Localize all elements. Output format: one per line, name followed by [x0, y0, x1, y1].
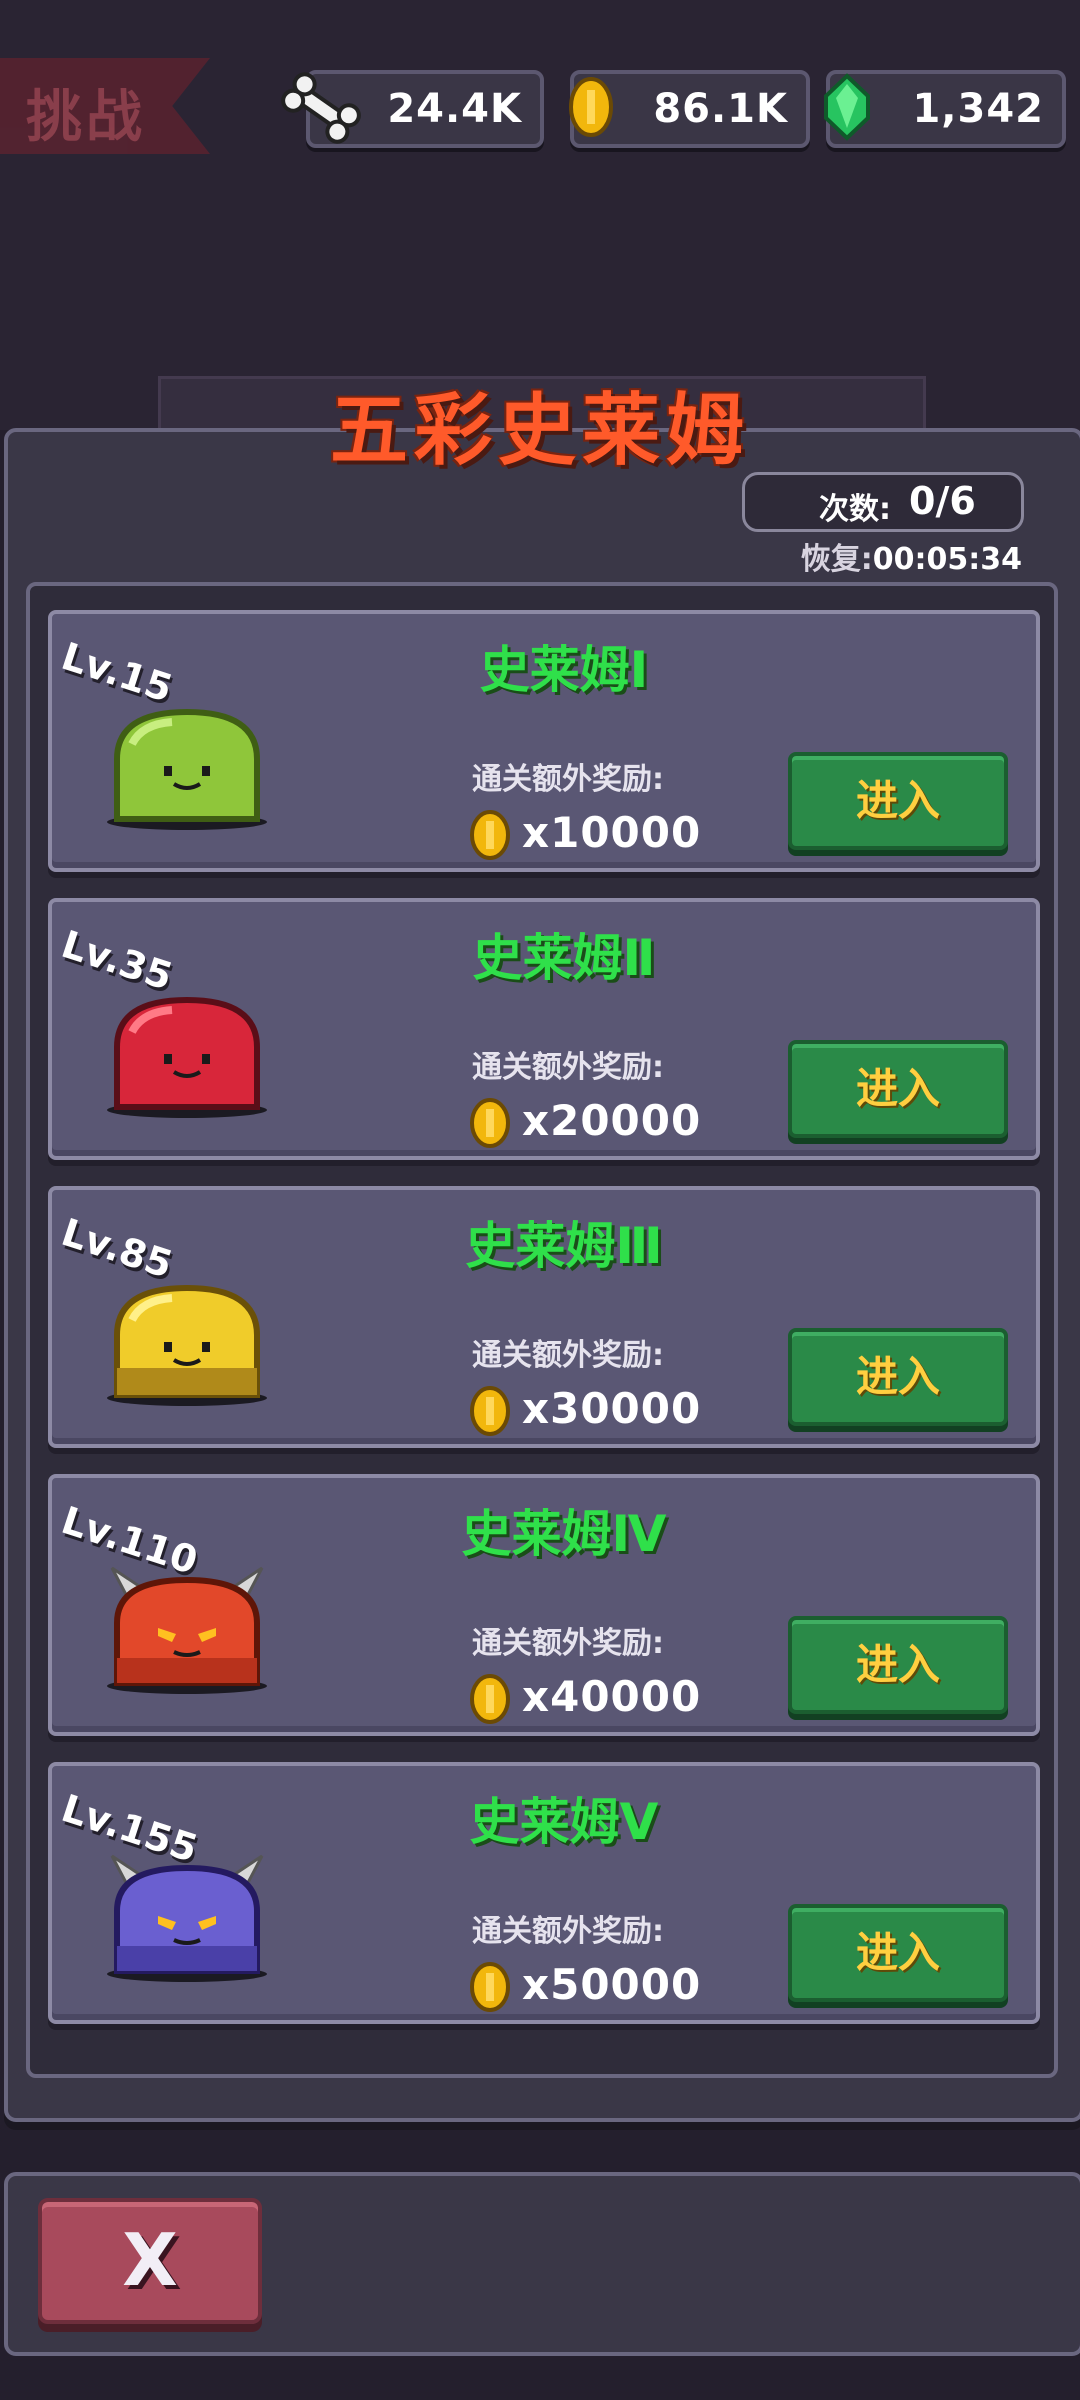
bonus-label: 通关额外奖励:	[472, 1338, 664, 1373]
yellow-slime-icon	[107, 1284, 267, 1406]
coin-icon	[470, 1962, 510, 2012]
recover-timer: 恢复:00:05:34	[801, 534, 1022, 578]
enter-button[interactable]: 进入	[788, 1040, 1008, 1138]
bonus-label: 通关额外奖励:	[472, 1050, 664, 1085]
coin-icon	[470, 810, 510, 860]
page-title: 五彩史莱姆	[329, 386, 750, 476]
stage-card-4: Lv.110 史莱姆Ⅳ 通关额外奖励: x40000 进入	[48, 1474, 1040, 1736]
horned-orange-slime-icon	[107, 1566, 267, 1694]
enter-button[interactable]: 进入	[788, 1616, 1008, 1714]
stage-card-2: Lv.35 史莱姆Ⅱ 通关额外奖励: x20000 进入	[48, 898, 1040, 1160]
coin-counter: 86.1K	[569, 70, 810, 148]
coin-value: 86.1K	[653, 86, 788, 132]
stage-name: 史莱姆Ⅴ	[469, 1793, 659, 1851]
attempts-value: 0/6	[909, 479, 976, 523]
enter-button[interactable]: 进入	[788, 1904, 1008, 2002]
attempts-label: 次数:	[819, 492, 891, 527]
gem-counter: 1,342	[824, 70, 1066, 148]
red-slime-icon	[107, 996, 267, 1118]
enter-button[interactable]: 进入	[788, 752, 1008, 850]
footer-bar: X	[4, 2172, 1080, 2356]
horned-purple-slime-icon	[107, 1854, 267, 1982]
gem-value: 1,342	[912, 86, 1044, 132]
coin-icon	[569, 77, 613, 137]
reward-amount: x10000	[522, 808, 702, 857]
bone-value: 24.4K	[387, 86, 522, 132]
stage-name: 史莱姆Ⅱ	[472, 929, 656, 987]
stage-name: 史莱姆Ⅲ	[465, 1217, 663, 1275]
green-slime-icon	[107, 708, 267, 830]
stage-list: Lv.15 史莱姆Ⅰ 通关额外奖励: x10000 进入 Lv.35 史莱姆Ⅱ …	[26, 582, 1058, 2078]
coin-icon	[470, 1386, 510, 1436]
stage-name: 史莱姆Ⅰ	[479, 641, 649, 699]
bonus-label: 通关额外奖励:	[472, 1626, 664, 1661]
recover-label: 恢复:	[800, 542, 873, 577]
coin-icon	[470, 1674, 510, 1724]
challenge-tab-label: 挑战	[26, 85, 146, 150]
stage-card-3: Lv.85 史莱姆Ⅲ 通关额外奖励: x30000 进入	[48, 1186, 1040, 1448]
reward-amount: x50000	[522, 1960, 702, 2009]
stage-card-1: Lv.15 史莱姆Ⅰ 通关额外奖励: x10000 进入	[48, 610, 1040, 872]
recover-value: 00:05:34	[872, 542, 1022, 577]
coin-icon	[470, 1098, 510, 1148]
stage-name: 史莱姆Ⅳ	[461, 1505, 667, 1563]
reward-amount: x20000	[522, 1096, 702, 1145]
bone-counter: 24.4K	[281, 70, 544, 148]
gem-icon	[824, 73, 870, 141]
bone-icon	[281, 72, 361, 144]
enter-button[interactable]: 进入	[788, 1328, 1008, 1426]
close-button[interactable]: X	[38, 2198, 262, 2324]
bonus-label: 通关额外奖励:	[472, 1914, 664, 1949]
bonus-label: 通关额外奖励:	[472, 762, 664, 797]
reward-amount: x30000	[522, 1384, 702, 1433]
stage-card-5: Lv.155 史莱姆Ⅴ 通关额外奖励: x50000 进入	[48, 1762, 1040, 2024]
reward-amount: x40000	[522, 1672, 702, 1721]
attempts-counter: 次数: 0/6	[742, 472, 1024, 532]
